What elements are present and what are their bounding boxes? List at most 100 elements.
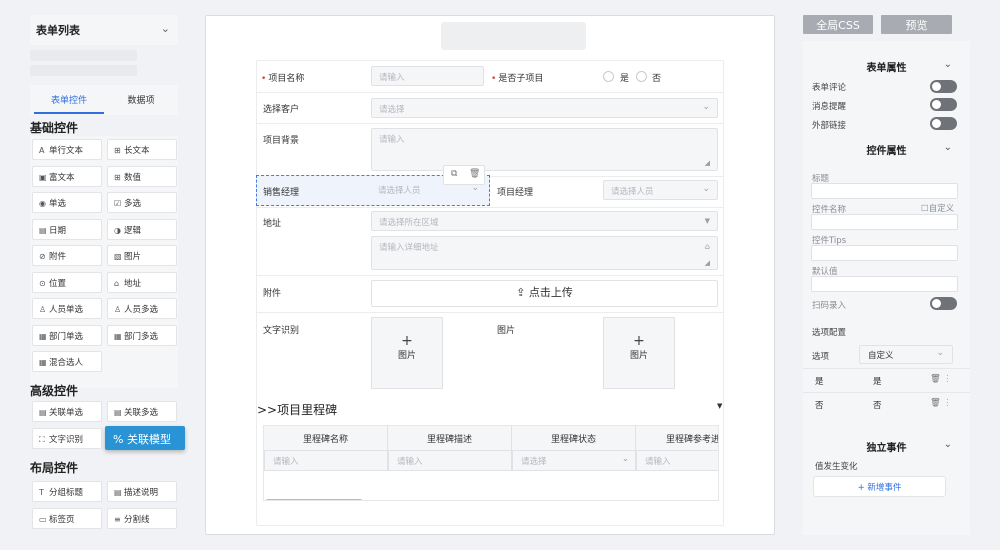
radio-yes[interactable] <box>603 71 614 82</box>
sales-manager-select[interactable]: 请选择人员 ⌄ <box>371 180 486 200</box>
drag-tooltip-related-model[interactable]: % 关联模型 <box>105 426 185 450</box>
control-basic-13[interactable]: ♙ 人员多选 <box>107 298 177 319</box>
milestone-section-title: >>项目里程碑 <box>257 403 338 417</box>
control-basic-15[interactable]: ▦ 部门多选 <box>107 324 177 346</box>
control-basic-5[interactable]: ☑ 多选 <box>107 192 177 213</box>
control-basic-4[interactable]: ◉ 单选 <box>32 192 102 213</box>
location-icon: ⌂ <box>704 242 710 251</box>
default-value-input[interactable] <box>811 276 958 292</box>
form-body: • 项目名称 请输入 • 是否子项目 是 否 选择客户 请选择 ⌄ 项目背景 请输入 ◢… <box>256 60 724 526</box>
milestone-desc-input[interactable]: 请输入 <box>388 450 512 471</box>
drag-handle-icon[interactable]: ⋮ <box>943 374 952 384</box>
chevron-down-icon[interactable]: ⌄ <box>944 59 952 70</box>
control-label: 位置 <box>49 278 67 289</box>
option-value[interactable]: 是 <box>815 375 824 387</box>
control-basic-16[interactable]: ▦ 混合选人 <box>32 351 102 372</box>
events-header[interactable]: 独立事件 ⌄ <box>803 439 970 454</box>
resize-handle-icon[interactable]: ◢ <box>705 259 710 267</box>
control-basic-0[interactable]: A 单行文本 <box>32 139 102 160</box>
row-divider <box>257 207 723 208</box>
control-layout-0[interactable]: T 分组标题 <box>32 481 102 502</box>
resize-handle-icon[interactable]: ◢ <box>705 159 710 167</box>
control-basic-6[interactable]: ▤ 日期 <box>32 218 102 240</box>
table-scrollbar[interactable] <box>266 499 362 500</box>
control-icon: ≡ <box>114 514 121 524</box>
control-label: 部门单选 <box>49 331 84 342</box>
control-basic-9[interactable]: ▧ 图片 <box>107 245 177 266</box>
control-advanced-1[interactable]: ▤ 关联多选 <box>107 401 177 422</box>
control-basic-8[interactable]: ⊘ 附件 <box>32 245 102 266</box>
tab-data-items[interactable]: 数据项 <box>104 93 178 106</box>
image-upload[interactable]: + 图片 <box>603 317 675 389</box>
address-detail-input[interactable]: 请输入详细地址 ⌂ ◢ <box>371 236 718 270</box>
global-css-button[interactable]: 全局CSS <box>803 15 873 34</box>
upload-button[interactable]: ⇪ 点击上传 <box>371 280 718 307</box>
control-basic-10[interactable]: ⊙ 位置 <box>32 271 102 293</box>
control-label: 多选 <box>124 199 142 209</box>
option-label[interactable]: 否 <box>873 399 882 411</box>
project-name-input[interactable]: 请输入 <box>371 66 484 86</box>
options-source-select[interactable]: 自定义 ⌄ <box>859 345 953 364</box>
custom-checkbox[interactable]: ☐自定义 <box>921 202 954 214</box>
control-basic-12[interactable]: ♙ 人员单选 <box>32 298 102 319</box>
row-divider <box>257 92 723 93</box>
radio-no[interactable] <box>636 71 647 82</box>
ocr-image-upload[interactable]: + 图片 <box>371 317 443 389</box>
control-layout-3[interactable]: ≡ 分割线 <box>107 507 177 529</box>
chevron-down-icon[interactable]: ⌄ <box>944 142 952 153</box>
option-label[interactable]: 是 <box>873 375 882 387</box>
preview-button[interactable]: 预览 <box>881 15 952 34</box>
chevron-down-icon: ⌄ <box>936 348 944 358</box>
control-label: 附件 <box>49 252 67 262</box>
title-input[interactable] <box>811 183 958 199</box>
project-manager-select[interactable]: 请选择人员 ⌄ <box>603 180 718 200</box>
option-value[interactable]: 否 <box>815 399 824 411</box>
customer-select[interactable]: 请选择 ⌄ <box>371 98 718 118</box>
control-icon: ▤ <box>39 225 47 235</box>
control-basic-11[interactable]: ⌂ 地址 <box>107 271 177 293</box>
address-label: 地址 <box>263 219 282 229</box>
control-layout-2[interactable]: ▭ 标签页 <box>32 507 102 529</box>
address-region-select[interactable]: 请选择所在区域 ▼ <box>371 211 718 231</box>
control-basic-2[interactable]: ▣ 富文本 <box>32 165 102 187</box>
add-event-button[interactable]: + 新增事件 <box>813 476 946 497</box>
form-props-header[interactable]: 表单属性 ⌄ <box>803 59 970 74</box>
control-basic-1[interactable]: ⊞ 长文本 <box>107 139 177 160</box>
toggle-comments[interactable] <box>930 80 957 93</box>
toggle-scan[interactable] <box>930 297 957 310</box>
background-textarea[interactable]: 请输入 ◢ <box>371 128 718 171</box>
control-advanced-0[interactable]: ▤ 关联单选 <box>32 401 102 422</box>
form-list-header[interactable]: 表单列表 ⌄ <box>30 15 178 45</box>
tab-form-controls[interactable]: 表单控件 <box>32 93 106 106</box>
milestone-name-input[interactable]: 请输入 <box>264 450 388 471</box>
control-basic-14[interactable]: ▦ 部门单选 <box>32 324 102 346</box>
drag-handle-icon[interactable]: ⋮ <box>943 398 952 408</box>
milestone-progress-input[interactable]: 请输入 <box>636 450 718 471</box>
milestone-status-select[interactable]: 请选择 ⌄ <box>512 450 636 471</box>
control-advanced-2[interactable]: ⛶ 文字识别 <box>32 427 102 449</box>
toggle-external[interactable] <box>930 117 957 130</box>
caret-down-icon[interactable]: ▼ <box>717 402 722 410</box>
chevron-down-icon[interactable]: ⌄ <box>161 22 170 35</box>
toggle-label-comments: 表单评论 <box>812 83 847 93</box>
trash-icon[interactable]: 🗑 <box>469 169 480 179</box>
control-props-header[interactable]: 控件属性 ⌄ <box>803 142 970 157</box>
control-basic-7[interactable]: ◑ 逻辑 <box>107 218 177 240</box>
control-label: 逻辑 <box>124 225 142 236</box>
control-basic-3[interactable]: ⊞ 数值 <box>107 165 177 187</box>
trash-icon[interactable]: 🗑 <box>930 398 941 408</box>
trash-icon[interactable]: 🗑 <box>930 374 941 384</box>
toggle-notify[interactable] <box>930 98 957 111</box>
project-name-label: • 项目名称 <box>261 74 305 84</box>
tips-input[interactable] <box>811 245 958 261</box>
chevron-down-icon[interactable]: ⌄ <box>944 439 952 450</box>
control-label: 单行文本 <box>49 146 84 156</box>
control-name-input[interactable] <box>811 214 958 230</box>
control-label: 日期 <box>49 225 67 236</box>
control-icon: A <box>39 146 45 155</box>
control-label: 关联单选 <box>49 408 84 418</box>
control-layout-1[interactable]: ▤ 描述说明 <box>107 481 177 502</box>
copy-icon[interactable]: ⧉ <box>451 169 457 179</box>
milestone-table: 里程碑名称 里程碑描述 里程碑状态 里程碑参考进度 请输入 请输入 请选择⌄ 请… <box>263 425 719 501</box>
control-label: 单选 <box>49 199 67 209</box>
